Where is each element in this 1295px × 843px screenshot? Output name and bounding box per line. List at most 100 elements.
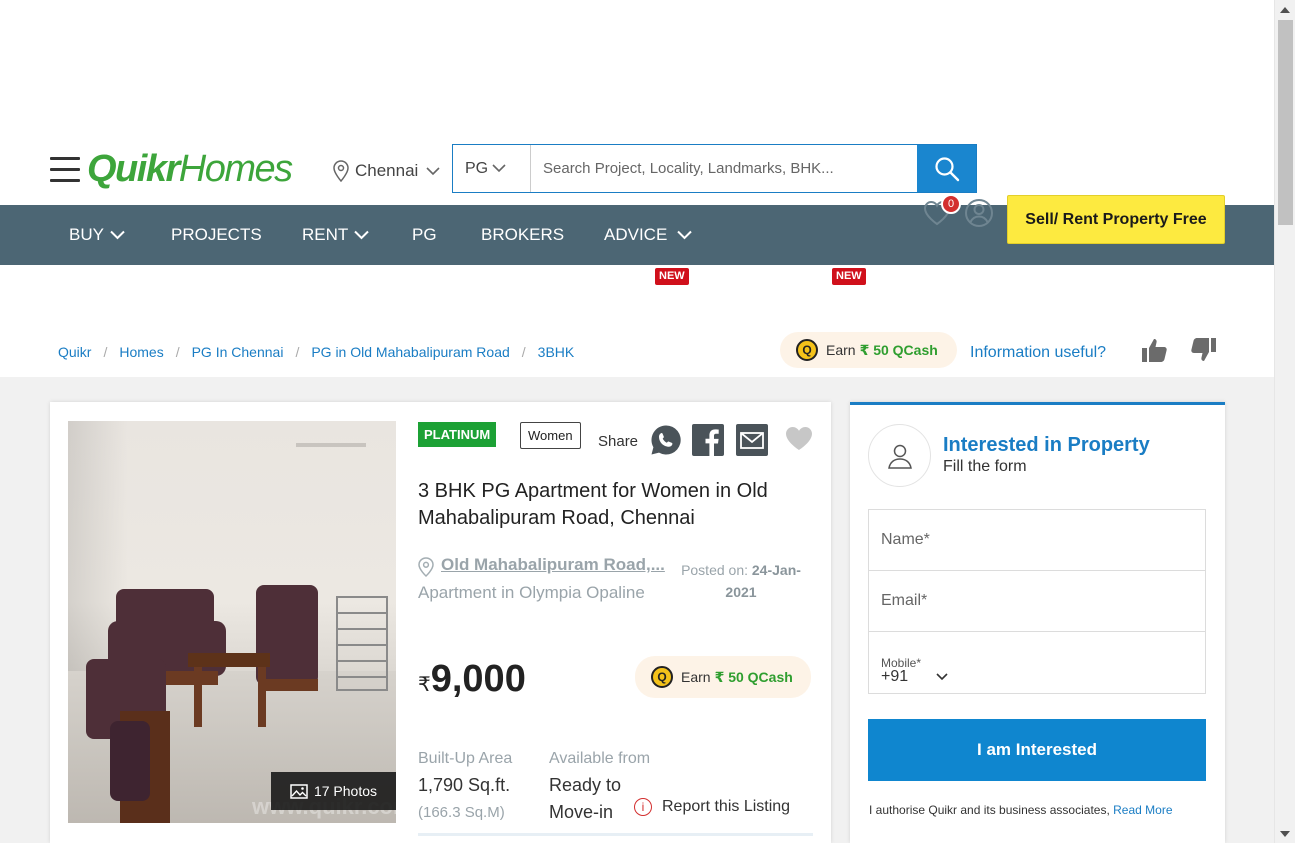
nav-item-projects[interactable]: PROJECTS — [171, 205, 262, 265]
breadcrumb-separator: / — [103, 344, 108, 360]
breadcrumb-link-pg-in-chennai[interactable]: PG In Chennai — [192, 344, 284, 360]
authorise-text: I authorise Quikr and its business assoc… — [869, 803, 1173, 817]
name-input[interactable] — [881, 510, 1191, 570]
location-pin-icon — [418, 557, 434, 582]
breadcrumb-link-3bhk[interactable]: 3BHK — [538, 344, 575, 360]
platinum-badge: PLATINUM — [418, 422, 497, 447]
available-from-label: Available from — [549, 750, 651, 767]
listing-title: 3 BHK PG Apartment for Women in Old Maha… — [418, 480, 768, 529]
qcash-earn-label: Earn — [826, 342, 856, 358]
form-title: Interested in Property — [943, 434, 1150, 456]
read-more-link[interactable]: Read More — [1113, 803, 1172, 817]
built-up-area-label: Built-Up Area — [418, 750, 513, 767]
qcash-coin-icon: Q — [651, 666, 673, 688]
posted-label: Posted on: — [681, 562, 748, 578]
price-value: 9,000 — [430, 658, 526, 700]
available-from-line2: Move-in — [549, 802, 614, 822]
breadcrumb-link-pg-omr[interactable]: PG in Old Mahabalipuram Road — [311, 344, 509, 360]
information-useful-label: Information useful? — [970, 344, 1107, 361]
search-button[interactable] — [917, 145, 976, 192]
chevron-down-icon — [677, 230, 693, 240]
nav-item-label: RENT — [302, 225, 349, 244]
shortlist-heart-icon[interactable] — [784, 425, 814, 457]
email-input[interactable] — [881, 571, 1191, 631]
report-listing-label: Report this Listing — [662, 798, 791, 815]
earn-qcash-badge[interactable]: Q Earn ₹ 50 QCash — [780, 332, 957, 368]
currency-symbol: ₹ — [418, 674, 431, 696]
facebook-share-icon[interactable] — [692, 424, 724, 461]
page: QuikrHomes Chennai PG BUY PROJECTS RENT … — [0, 0, 1295, 843]
search-type-value: PG — [465, 159, 489, 177]
info-icon: i — [634, 798, 652, 816]
thumbs-up-icon[interactable] — [1140, 337, 1168, 368]
search-input[interactable] — [531, 145, 917, 192]
qcash-coin-icon: Q — [796, 339, 818, 361]
country-code-select[interactable]: +91 — [881, 668, 948, 686]
new-badge: NEW — [655, 268, 689, 285]
email-field-wrapper — [869, 571, 1205, 632]
nav-item-buy[interactable]: BUY — [69, 205, 125, 265]
built-up-area-sqm: (166.3 Sq.M) — [418, 804, 505, 821]
form-subtitle: Fill the form — [943, 458, 1027, 475]
search-bar: PG — [452, 144, 977, 193]
nav-item-label: PG — [412, 225, 437, 244]
vertical-scrollbar[interactable] — [1274, 0, 1295, 843]
new-badge: NEW — [832, 268, 866, 285]
nav-item-advice[interactable]: ADVICE — [604, 205, 693, 265]
qcash-amount: ₹ 50 QCash — [714, 668, 793, 685]
country-code-value: +91 — [881, 668, 909, 685]
breadcrumb-separator: / — [521, 344, 526, 360]
chevron-down-icon — [110, 230, 125, 240]
image-gallery-icon — [290, 783, 308, 799]
breadcrumb-link-quikr[interactable]: Quikr — [58, 344, 91, 360]
nav-item-rent[interactable]: RENT — [302, 205, 369, 265]
price: ₹9,000 — [418, 658, 526, 701]
thumbs-down-icon[interactable] — [1190, 337, 1218, 368]
scroll-down-arrow-icon[interactable] — [1280, 831, 1290, 837]
name-field-wrapper — [869, 510, 1205, 571]
search-icon — [934, 156, 959, 181]
nav-item-label: BROKERS — [481, 225, 565, 244]
logo-text-homes: Homes — [178, 148, 293, 190]
sell-rent-property-button[interactable]: Sell/ Rent Property Free — [1007, 195, 1225, 244]
scroll-up-arrow-icon[interactable] — [1280, 7, 1290, 13]
photos-count-label: 17 Photos — [313, 783, 378, 799]
nav-item-brokers[interactable]: BROKERS — [481, 205, 564, 265]
nav-item-label: PROJECTS — [171, 225, 262, 244]
i-am-interested-button[interactable]: I am Interested — [868, 719, 1206, 781]
project-name: Apartment in Olympia Opaline — [418, 583, 645, 602]
posted-date: Posted on: 24-Jan-2021 — [676, 559, 806, 603]
share-label: Share — [598, 433, 639, 450]
nav-item-label: ADVICE — [604, 225, 668, 244]
breadcrumb-link-homes[interactable]: Homes — [119, 344, 163, 360]
locality-link[interactable]: Old Mahabalipuram Road,... — [441, 555, 665, 575]
logo-text-quikr: Quikr — [87, 148, 180, 190]
hamburger-menu-icon[interactable] — [50, 157, 80, 182]
breadcrumb: Quikr / Homes / PG In Chennai / PG in Ol… — [58, 344, 574, 360]
chevron-down-icon — [936, 673, 948, 681]
chevron-down-icon — [426, 166, 440, 175]
search-type-dropdown[interactable]: PG — [453, 145, 531, 192]
whatsapp-share-icon[interactable] — [650, 424, 682, 461]
card-divider — [418, 833, 813, 836]
earn-qcash-badge[interactable]: Q Earn ₹ 50 QCash — [635, 656, 811, 698]
qcash-earn-label: Earn — [681, 669, 711, 685]
qcash-amount: ₹ 50 QCash — [859, 341, 938, 358]
scrollbar-thumb[interactable] — [1278, 20, 1293, 225]
city-name: Chennai — [355, 161, 419, 180]
nav-item-pg[interactable]: PG — [412, 205, 437, 265]
available-from-line1: Ready to — [549, 775, 622, 795]
photos-count-button[interactable]: 17 Photos — [271, 772, 396, 810]
report-listing-link[interactable]: i Report this Listing — [634, 798, 790, 816]
city-selector[interactable]: Chennai — [333, 160, 446, 182]
listing-photo[interactable] — [68, 421, 396, 823]
built-up-area-value: 1,790 Sq.ft. — [418, 775, 511, 795]
favorites-count-badge: 0 — [941, 194, 961, 214]
email-share-icon[interactable] — [736, 424, 768, 461]
user-account-icon[interactable] — [964, 198, 994, 233]
user-avatar-icon — [868, 424, 931, 487]
quikrhomes-logo[interactable]: QuikrHomes — [87, 145, 293, 193]
location-pin-icon — [333, 160, 349, 182]
enquiry-form-fields: Mobile* +91 — [868, 509, 1206, 694]
breadcrumb-separator: / — [175, 344, 180, 360]
